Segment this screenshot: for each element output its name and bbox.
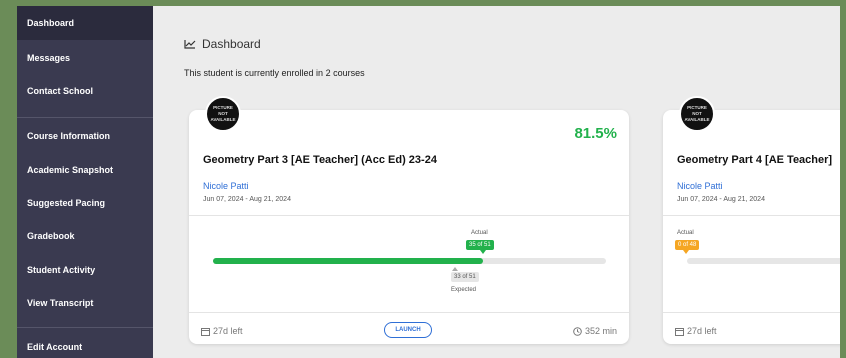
progress-fill: [213, 258, 483, 264]
card-divider: [663, 215, 846, 216]
expected-label: Expected: [451, 287, 477, 293]
actual-marker-arrow: [683, 250, 689, 254]
course-grade-percent: 81.5%: [574, 125, 617, 142]
main-content: Dashboard This student is currently enro…: [153, 6, 846, 358]
calendar-icon: [675, 327, 684, 336]
sidebar-divider: [17, 327, 153, 328]
sidebar-item-edit-account[interactable]: Edit Account: [17, 330, 153, 358]
days-left-text: 27d left: [687, 326, 717, 336]
time-spent: 352 min: [573, 326, 617, 336]
avatar-text-line: AVAILABLE: [210, 117, 236, 122]
time-spent-text: 352 min: [584, 326, 617, 336]
teacher-link[interactable]: Nicole Patti: [203, 181, 249, 191]
actual-marker-arrow: [480, 250, 486, 254]
sidebar-item-contact-school[interactable]: Contact School: [17, 74, 153, 108]
expected-progress-badge: 33 of 51: [451, 272, 479, 282]
card-divider: [189, 312, 629, 313]
course-title[interactable]: Geometry Part 4 [AE Teacher]: [677, 154, 832, 166]
teacher-link[interactable]: Nicole Patti: [677, 181, 723, 191]
days-left: 27d left: [201, 326, 243, 336]
actual-progress-badge: 0 of 48: [675, 240, 700, 250]
enrollment-summary: This student is currently enrolled in 2 …: [184, 68, 365, 78]
page-header: Dashboard: [184, 37, 261, 51]
course-dates: Jun 07, 2024 - Aug 21, 2024: [203, 196, 291, 203]
sidebar-item-view-transcript[interactable]: View Transcript: [17, 286, 153, 320]
window-right-border: [840, 0, 846, 358]
card-divider: [663, 312, 846, 313]
progress-track: [687, 258, 846, 264]
course-card[interactable]: PICTURE NOT AVAILABLE 81.5% Geometry Par…: [189, 96, 629, 344]
chart-line-icon: [184, 40, 196, 49]
sidebar-item-gradebook[interactable]: Gradebook: [17, 219, 153, 253]
actual-label: Actual: [677, 230, 694, 236]
course-card[interactable]: PICTURE NOT AVAILABLE Geometry Part 4 [A…: [663, 96, 846, 344]
clock-icon: [573, 326, 582, 336]
avatar-text-line: AVAILABLE: [684, 117, 710, 122]
expected-marker-arrow: [452, 267, 458, 271]
sidebar-item-student-activity[interactable]: Student Activity: [17, 253, 153, 287]
days-left: 27d left: [675, 326, 717, 336]
sidebar-item-messages[interactable]: Messages: [17, 41, 153, 75]
sidebar-item-suggested-pacing[interactable]: Suggested Pacing: [17, 186, 153, 220]
actual-label: Actual: [471, 230, 488, 236]
progress-track: [213, 258, 606, 264]
sidebar-item-academic-snapshot[interactable]: Academic Snapshot: [17, 153, 153, 187]
days-left-text: 27d left: [213, 326, 243, 336]
actual-progress-badge: 35 of 51: [466, 240, 494, 250]
course-avatar: PICTURE NOT AVAILABLE: [679, 96, 715, 132]
course-avatar: PICTURE NOT AVAILABLE: [205, 96, 241, 132]
course-title[interactable]: Geometry Part 3 [AE Teacher] (Acc Ed) 23…: [203, 154, 437, 166]
calendar-icon: [201, 327, 210, 336]
sidebar-item-course-information[interactable]: Course Information: [17, 119, 153, 153]
sidebar-divider: [17, 117, 153, 118]
page-title: Dashboard: [202, 37, 261, 51]
card-divider: [189, 215, 629, 216]
sidebar: Dashboard Messages Contact School Course…: [17, 6, 153, 358]
launch-button[interactable]: LAUNCH: [384, 322, 432, 338]
sidebar-item-dashboard[interactable]: Dashboard: [17, 6, 153, 40]
course-dates: Jun 07, 2024 - Aug 21, 2024: [677, 196, 765, 203]
